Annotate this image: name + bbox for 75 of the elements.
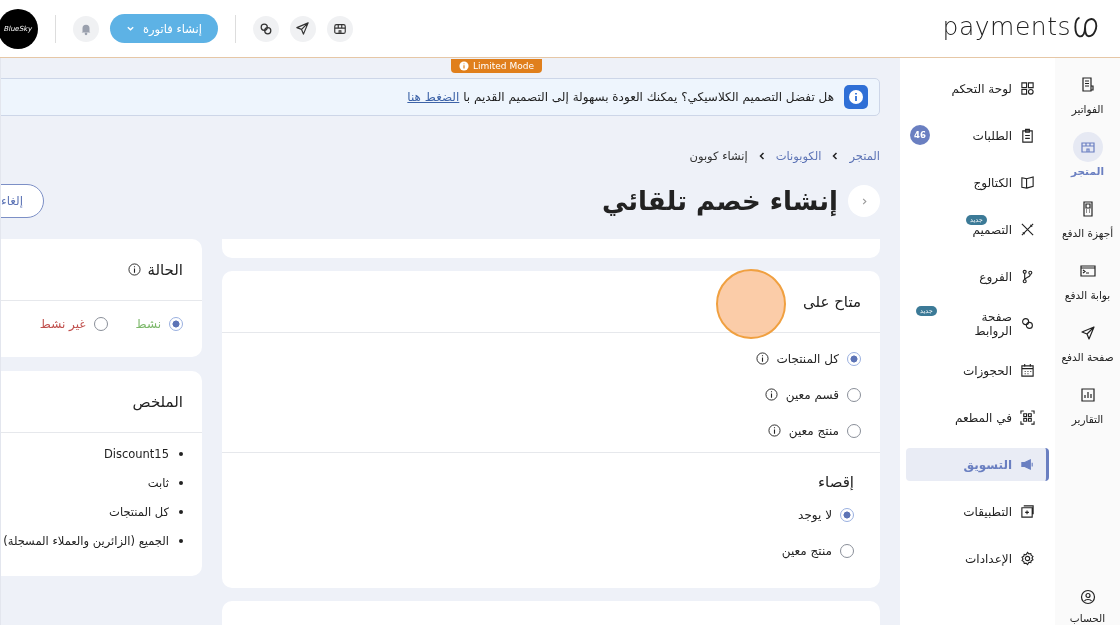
send-icon — [295, 21, 311, 36]
radio-button[interactable] — [847, 351, 861, 366]
radio-button[interactable] — [840, 507, 854, 522]
payments-logo: payments — [942, 12, 1100, 41]
section-title: الحالة — [147, 260, 183, 279]
menu-item[interactable]: الإعدادات — [906, 535, 1049, 582]
menu-item[interactable]: التطبيقات — [906, 488, 1049, 535]
caret-icon — [126, 24, 135, 33]
menu-item[interactable]: في المطعم — [906, 394, 1049, 441]
option-label: منتج معين — [788, 423, 839, 438]
link-icon — [1020, 316, 1035, 331]
info-icon[interactable] — [764, 388, 778, 401]
limited-mode-badge: Limited Mode — [451, 59, 542, 73]
rail-item[interactable]: الفواتير — [1071, 70, 1104, 126]
bullet-icon — [179, 539, 183, 543]
notification-bell-button[interactable] — [73, 15, 99, 42]
store-icon-button[interactable] — [326, 15, 353, 42]
summary-item: Discount15 — [103, 447, 169, 461]
menu-item[interactable]: الحجوزات — [906, 347, 1049, 394]
terminal-icon — [1079, 263, 1096, 279]
bullet-icon — [179, 452, 183, 456]
option-label: قسم معين — [785, 387, 839, 402]
menu-item[interactable]: الكتالوج — [906, 159, 1049, 206]
classic-design-link[interactable]: الضغط هنا — [407, 90, 460, 104]
rail-item[interactable]: بوابة الدفع — [1064, 256, 1111, 312]
section-title: متاح على — [803, 292, 861, 311]
rail-item[interactable]: صفحة الدفع — [1061, 318, 1114, 374]
rail-item[interactable]: أجهزة الدفع — [1061, 194, 1114, 250]
store-icon — [332, 21, 347, 36]
count-badge: 46 — [910, 125, 930, 145]
doc-icon — [1079, 77, 1096, 93]
summary-item: ثابت — [147, 476, 169, 490]
calendar-icon — [1020, 363, 1035, 378]
banner-text: هل تفضل التصميم الكلاسيكي؟ يمكنك العودة بسهولة إلى التصميم القديم با الضغط هنا — [407, 90, 834, 104]
breadcrumb-link[interactable]: المتجر — [849, 149, 880, 163]
apps-icon — [1020, 504, 1035, 519]
book-icon — [1020, 175, 1035, 190]
option-label: نشط — [135, 316, 161, 331]
rail-item[interactable]: الحساب — [1069, 585, 1106, 625]
send-icon-button[interactable] — [289, 15, 316, 42]
bullet-icon — [179, 510, 183, 514]
option-label: غير نشط — [39, 316, 86, 331]
option-label: كل المنتجات — [776, 351, 839, 366]
summary-item: كل المنتجات — [109, 505, 169, 519]
account-icon — [1079, 589, 1096, 605]
link-icon — [258, 21, 273, 36]
megaphone-icon — [1020, 457, 1035, 472]
breadcrumb-link[interactable]: الكوبونات — [775, 149, 822, 163]
section-title: الملخص — [132, 392, 183, 411]
section-title: إقصاء — [817, 473, 854, 491]
clipboard-icon — [1020, 128, 1035, 143]
tools-icon — [1020, 222, 1035, 237]
branch-icon — [1020, 269, 1035, 284]
option-label: منتج معين — [781, 543, 832, 558]
info-icon — [844, 85, 868, 109]
send-icon — [1079, 325, 1096, 341]
option-label: لا يوجد — [798, 507, 832, 522]
menu-item[interactable]: لوحة التحكم — [906, 65, 1049, 112]
rail-item[interactable]: التقارير — [1071, 380, 1104, 436]
page-title: إنشاء خصم تلقائي — [602, 186, 838, 216]
menu-item[interactable]: الفروع — [906, 253, 1049, 300]
grid-icon — [1020, 81, 1035, 96]
link-icon-button[interactable] — [252, 15, 279, 42]
info-icon[interactable] — [755, 352, 769, 365]
info-icon[interactable] — [128, 263, 142, 276]
qr-icon — [1020, 410, 1035, 425]
summary-item: الجميع (الزائرين والعملاء المسجلة) — [3, 534, 169, 548]
chart-icon — [1079, 387, 1096, 403]
breadcrumb-link[interactable]: إنشاء كوبون — [689, 149, 748, 163]
gear-icon — [1020, 551, 1035, 566]
cancel-button[interactable]: إلغاء — [1, 184, 45, 218]
info-icon[interactable] — [767, 424, 781, 437]
store-icon — [1079, 139, 1096, 155]
radio-button[interactable] — [169, 316, 183, 331]
bullet-icon — [179, 481, 183, 485]
